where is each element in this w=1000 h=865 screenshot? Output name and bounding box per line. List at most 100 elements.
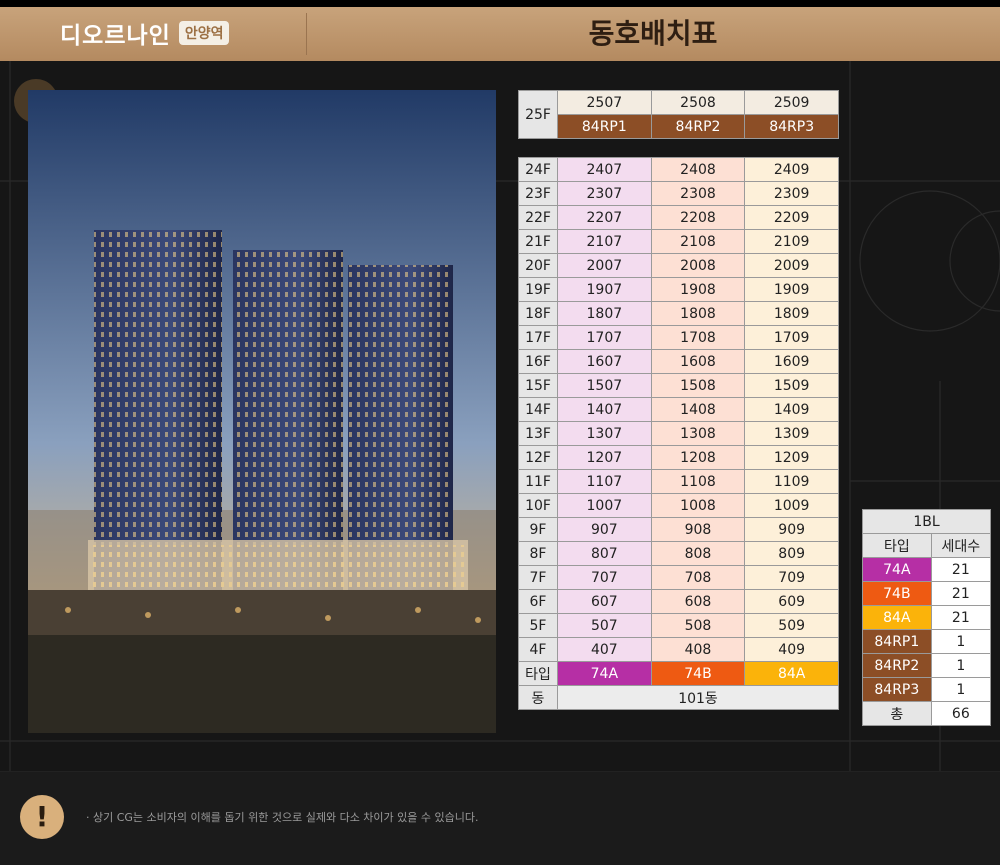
floor-label: 6F: [518, 589, 558, 614]
unit-cell: 2007: [557, 253, 652, 278]
floor-row: 6F 607 608 609: [518, 589, 839, 614]
summary-table: 1BL 타입 세대수 74A 21 74B 21 84A 21 84RP1 1 84RP2 1 84…: [862, 509, 992, 726]
unit-cell: 2509: [744, 90, 839, 115]
unit-cell: 2107: [557, 229, 652, 254]
floor-row: 10F 1007 1008 1009: [518, 493, 839, 518]
unit-cell: 1207: [557, 445, 652, 470]
floor-label: 5F: [518, 613, 558, 638]
total-label: 총: [862, 701, 932, 726]
unit-cell: 1709: [744, 325, 839, 350]
unit-cell: 1308: [650, 421, 746, 446]
floor-label: 7F: [518, 565, 558, 590]
floor-label: 23F: [518, 181, 558, 206]
floor-row: 19F 1907 1908 1909: [518, 277, 839, 302]
summary-row: 74A 21: [862, 557, 992, 582]
floor-label: 17F: [518, 325, 558, 350]
type-cell: 84A: [744, 661, 839, 686]
unit-cell: 2508: [650, 90, 746, 115]
floor-label: 24F: [518, 157, 558, 182]
col-count-header: 세대수: [930, 533, 992, 558]
brand-station-badge: 안양역: [178, 21, 230, 45]
unit-cell: 1007: [557, 493, 652, 518]
type-cell: 74B: [650, 661, 746, 686]
summary-row: 84A 21: [862, 605, 992, 630]
unit-cell: 2008: [650, 253, 746, 278]
type-cell: 84RP3: [744, 114, 839, 139]
unit-cell: 2109: [744, 229, 839, 254]
unit-cell: 2308: [650, 181, 746, 206]
type-cell: 74A: [557, 661, 652, 686]
floor-label: 9F: [518, 517, 558, 542]
floor-label: 20F: [518, 253, 558, 278]
col-type-header: 타입: [862, 533, 932, 558]
unit-cell: 1309: [744, 421, 839, 446]
unit-cell: 407: [557, 637, 652, 662]
unit-cell: 1209: [744, 445, 839, 470]
unit-cell: 1208: [650, 445, 746, 470]
floor-label: 8F: [518, 541, 558, 566]
total-value: 66: [930, 701, 992, 726]
floor-label: 15F: [518, 373, 558, 398]
building-rendering-image: [28, 90, 496, 733]
unit-cell: 2409: [744, 157, 839, 182]
unit-cell: 409: [744, 637, 839, 662]
floor-row: 20F 2007 2008 2009: [518, 253, 839, 278]
floor-row: 13F 1307 1308 1309: [518, 421, 839, 446]
unit-cell: 908: [650, 517, 746, 542]
summary-type: 74A: [862, 557, 932, 582]
unit-cell: 1009: [744, 493, 839, 518]
unit-cell: 2407: [557, 157, 652, 182]
floor-row: 24F 2407 2408 2409: [518, 157, 839, 182]
floor-label: 16F: [518, 349, 558, 374]
unit-cell: 708: [650, 565, 746, 590]
unit-cell: 1809: [744, 301, 839, 326]
unit-cell: 1707: [557, 325, 652, 350]
summary-count: 1: [930, 629, 992, 654]
brand-logo[interactable]: 디오르나인 안양역: [60, 17, 230, 49]
unit-cell: 408: [650, 637, 746, 662]
floor-row: 14F 1407 1408 1409: [518, 397, 839, 422]
summary-type: 84RP3: [862, 677, 932, 702]
floor-row: 23F 2307 2308 2309: [518, 181, 839, 206]
unit-cell: 1908: [650, 277, 746, 302]
unit-cell: 1109: [744, 469, 839, 494]
floor-row: 5F 507 508 509: [518, 613, 839, 638]
unit-cell: 507: [557, 613, 652, 638]
summary-row: 84RP1 1: [862, 629, 992, 654]
unit-cell: 1108: [650, 469, 746, 494]
unit-cell: 1408: [650, 397, 746, 422]
floor-row: 15F 1507 1508 1509: [518, 373, 839, 398]
unit-cell: 2307: [557, 181, 652, 206]
type-row-label: 타입: [518, 661, 558, 686]
unit-cell: 707: [557, 565, 652, 590]
unit-cell: 2009: [744, 253, 839, 278]
unit-cell: 1907: [557, 277, 652, 302]
page-title: 동호배치표: [588, 17, 718, 50]
unit-cell: 1008: [650, 493, 746, 518]
block-label: 1BL: [862, 509, 991, 534]
summary-type: 84RP2: [862, 653, 932, 678]
summary-count: 21: [930, 581, 992, 606]
header-bar: 디오르나인 안양역 동호배치표: [0, 7, 1000, 61]
unit-cell: 608: [650, 589, 746, 614]
top-floor-table: 25F 2507 2508 2509 84RP1 84RP2 84RP3: [518, 90, 839, 139]
floor-row: 21F 2107 2108 2109: [518, 229, 839, 254]
notice-text: · 상기 CG는 소비자의 이해를 돕기 위한 것으로 실제와 다소 차이가 있…: [86, 811, 479, 824]
unit-cell: 2408: [650, 157, 746, 182]
unit-cell: 2207: [557, 205, 652, 230]
unit-layout-table: 24F 2407 2408 2409 23F 2307 2308 2309 22F 2207 220…: [518, 157, 839, 710]
unit-cell: 1808: [650, 301, 746, 326]
unit-cell: 508: [650, 613, 746, 638]
floor-label: 18F: [518, 301, 558, 326]
unit-cell: 2309: [744, 181, 839, 206]
unit-cell: 808: [650, 541, 746, 566]
unit-cell: 1508: [650, 373, 746, 398]
unit-cell: 607: [557, 589, 652, 614]
type-cell: 84RP1: [557, 114, 652, 139]
unit-cell: 1607: [557, 349, 652, 374]
floor-label: 22F: [518, 205, 558, 230]
unit-cell: 1609: [744, 349, 839, 374]
floor-label: 21F: [518, 229, 558, 254]
floor-row: 4F 407 408 409: [518, 637, 839, 662]
brand-name: 디오르나인: [60, 23, 171, 49]
